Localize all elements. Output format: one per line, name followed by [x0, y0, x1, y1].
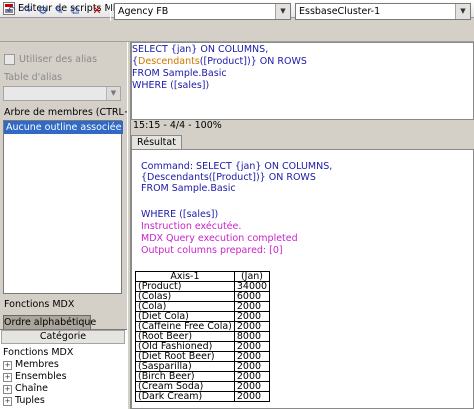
functions-label: Fonctions MDX [4, 299, 75, 310]
table-row: (Sasparilla) 2000 [135, 361, 271, 372]
table-row: (Cream Soda) 2000 [135, 381, 271, 392]
toolbar [0, 18, 474, 42]
query-line: SELECT {jan} ON COLUMNS, [132, 44, 269, 55]
table-row: (Diet Root Beer) 2000 [135, 351, 271, 362]
row-member-cell: (Root Beer) [135, 331, 235, 342]
chevron-down-icon[interactable]: ▼ [455, 4, 470, 19]
row-value-cell: 2000 [233, 351, 271, 362]
function-root[interactable]: Fonctions MDX [3, 347, 73, 358]
query-editor[interactable]: SELECT {jan} ON COLUMNS, {Descendants([P… [131, 42, 474, 120]
editor-status: 15:15 - 4/4 - 100% [131, 120, 474, 132]
row-member-cell: (Cola) [135, 301, 235, 312]
cluster-combo-value: EssbaseCluster-1 [299, 6, 381, 17]
table-row: (Root Beer) 8000 [135, 331, 271, 342]
command-line: {Descendants([Product])} ON ROWS [141, 172, 316, 183]
toolbar-separator [110, 3, 111, 21]
query-line: {Descendants([Product])} ON ROWS [132, 56, 307, 67]
function-category-chaine[interactable]: + Chaîne [3, 383, 48, 394]
alias-table-label: Table d'alias [4, 72, 63, 83]
row-value-cell: 2000 [233, 381, 271, 392]
chevron-down-icon[interactable]: ▼ [106, 87, 120, 100]
use-alias-label: Utiliser des alias [19, 54, 98, 65]
function-category-tuples[interactable]: + Tuples [3, 395, 45, 406]
member-tree-label: Arbre de membres (CTRL+... [4, 107, 141, 118]
member-tree[interactable]: Aucune outline associée [3, 120, 124, 294]
table-row: (Old Fashioned) 2000 [135, 341, 271, 352]
settings-icon[interactable]: ⚙ [36, 4, 50, 18]
expand-icon[interactable]: + [3, 385, 12, 394]
delete-icon[interactable]: ✕ [90, 4, 104, 18]
use-alias-checkbox[interactable] [4, 54, 15, 65]
column-header: Axis-1 [135, 271, 235, 282]
result-table: Axis-1 (Jan) (Product) 34000 (Colas) 6000 (C… [135, 271, 271, 402]
chevron-down-icon[interactable]: ▼ [275, 4, 290, 19]
table-row: (Birch Beer) 2000 [135, 371, 271, 382]
command-line: Command: SELECT {jan} ON COLUMNS, [141, 161, 333, 172]
row-value-cell: 2000 [233, 371, 271, 382]
info-line: Instruction exécutée. [141, 221, 242, 232]
cluster-combo[interactable]: EssbaseCluster-1 ▼ [295, 3, 471, 20]
tab-result[interactable]: Résultat [131, 135, 182, 150]
row-value-cell: 2000 [233, 361, 271, 372]
row-value-cell: 34000 [233, 281, 271, 292]
query-line: WHERE ([sales]) [132, 80, 210, 91]
wand-icon[interactable]: ✎ [52, 4, 66, 18]
row-value-cell: 6000 [233, 291, 271, 302]
row-value-cell: 2000 [233, 301, 271, 312]
table-row: (Dark Cream) 2000 [135, 391, 271, 402]
column-header: (Jan) [233, 271, 271, 282]
function-category-membres[interactable]: + Membres [3, 359, 59, 370]
table-row: (Product) 34000 [135, 281, 271, 292]
query-line: FROM Sample.Basic [132, 68, 227, 79]
info-line: MDX Query execution completed [141, 233, 298, 244]
expand-icon[interactable]: + [3, 361, 12, 370]
row-value-cell: 2000 [233, 391, 271, 402]
alias-table-combo[interactable]: ▼ [3, 86, 121, 101]
table-row: (Diet Cola) 2000 [135, 311, 271, 322]
row-value-cell: 2000 [233, 341, 271, 352]
table-header-row: Axis-1 (Jan) [135, 271, 271, 282]
row-value-cell: 8000 [233, 331, 271, 342]
copy-icon[interactable]: ⧉ [68, 4, 82, 18]
row-member-cell: (Sasparilla) [135, 361, 235, 372]
row-value-cell: 2000 [233, 311, 271, 322]
row-member-cell: (Old Fashioned) [135, 341, 235, 352]
row-member-cell: (Diet Root Beer) [135, 351, 235, 362]
table-row: (Cola) 2000 [135, 301, 271, 312]
function-category-ensembles[interactable]: + Ensembles [3, 371, 67, 382]
row-member-cell: (Caffeine Free Cola) [135, 321, 235, 332]
row-member-cell: (Colas) [135, 291, 235, 302]
expand-icon[interactable]: + [3, 397, 12, 406]
font-combo[interactable]: Agency FB ▼ [114, 3, 291, 20]
query-keyword-highlight: Descendants [138, 56, 200, 67]
undo-icon[interactable]: ↶ [4, 4, 18, 18]
row-value-cell: 2000 [233, 321, 271, 332]
row-member-cell: (Diet Cola) [135, 311, 235, 322]
tab-alphabetic-order[interactable]: Ordre alphabétique [3, 315, 96, 330]
table-row: (Caffeine Free Cola) 2000 [135, 321, 271, 332]
info-line: Output columns prepared: [0] [141, 245, 283, 256]
member-tree-item[interactable]: Aucune outline associée [4, 121, 124, 134]
redo-icon[interactable]: ↷ [20, 4, 34, 18]
row-member-cell: (Birch Beer) [135, 371, 235, 382]
row-member-cell: (Cream Soda) [135, 381, 235, 392]
table-row: (Colas) 6000 [135, 291, 271, 302]
command-line: FROM Sample.Basic [141, 183, 236, 194]
row-member-cell: (Dark Cream) [135, 391, 235, 402]
expand-icon[interactable]: + [3, 373, 12, 382]
command-line: WHERE ([sales]) [141, 209, 219, 220]
category-header[interactable]: Catégorie [1, 330, 125, 344]
font-combo-value: Agency FB [118, 6, 169, 17]
row-member-cell: (Product) [135, 281, 235, 292]
